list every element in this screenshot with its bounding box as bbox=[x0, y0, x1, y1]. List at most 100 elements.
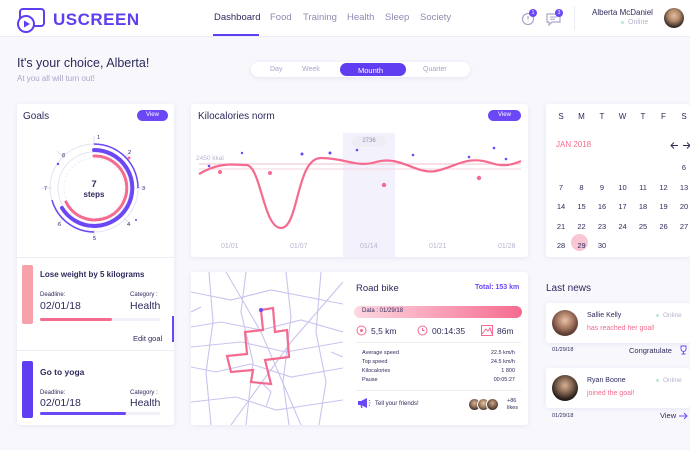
user-status: Online bbox=[628, 19, 649, 26]
calendar-weekday: S bbox=[558, 112, 564, 121]
likes-count: +86 bbox=[507, 398, 517, 404]
congratulate-button[interactable]: Congratulate bbox=[629, 346, 672, 355]
nav-health[interactable]: Health bbox=[347, 12, 374, 23]
calendar-day[interactable]: 16 bbox=[592, 202, 612, 211]
kcal-line-chart bbox=[198, 146, 522, 230]
calendar-day[interactable]: 21 bbox=[551, 222, 571, 231]
ring-tick-7: 7 bbox=[44, 186, 48, 192]
app-logo[interactable]: USCREEN bbox=[15, 7, 140, 33]
nav-training[interactable]: Training bbox=[303, 12, 337, 23]
online-dot-icon bbox=[656, 379, 659, 382]
news-name[interactable]: Ryan Boone bbox=[587, 377, 626, 384]
ring-tick-2: 2 bbox=[128, 150, 132, 156]
goal1-category-label: Category : bbox=[130, 292, 158, 298]
goals-view-button[interactable]: View bbox=[137, 110, 168, 121]
tab-week[interactable]: Week bbox=[302, 66, 320, 73]
calendar-day[interactable]: 30 bbox=[592, 241, 612, 250]
edit-goal-link[interactable]: Edit goal bbox=[133, 334, 162, 343]
arrow-right-icon[interactable] bbox=[682, 142, 690, 149]
news-avatar bbox=[552, 310, 578, 336]
app-name: USCREEN bbox=[53, 10, 140, 29]
goal2-title[interactable]: Go to yoga bbox=[40, 367, 84, 377]
calendar-day[interactable]: 13 bbox=[674, 183, 690, 192]
calendar-day[interactable]: 7 bbox=[551, 183, 571, 192]
greeting-title: It's your choice, Alberta! bbox=[17, 56, 150, 70]
kcal-date-5: 01/28 bbox=[498, 243, 516, 250]
calendar-day[interactable]: 11 bbox=[633, 183, 653, 192]
calendar-day[interactable]: 12 bbox=[654, 183, 674, 192]
calendar-day[interactable]: 24 bbox=[613, 222, 633, 231]
ride-divider-2 bbox=[356, 390, 521, 391]
trophy-icon[interactable] bbox=[679, 345, 688, 355]
calendar-day[interactable]: 15 bbox=[572, 202, 592, 211]
news-date: 01/29/18 bbox=[552, 413, 574, 419]
header-divider bbox=[574, 6, 575, 30]
online-dot-icon bbox=[656, 314, 659, 317]
calendar-day[interactable]: 17 bbox=[613, 202, 633, 211]
nav-dashboard[interactable]: Dashboard bbox=[214, 12, 260, 23]
calendar-day[interactable]: 19 bbox=[654, 202, 674, 211]
calendar-day[interactable]: 18 bbox=[633, 202, 653, 211]
calendar-day[interactable]: 6 bbox=[674, 163, 690, 172]
ride-distance: 5,5 km bbox=[371, 326, 397, 336]
tab-quarter[interactable]: Quarter bbox=[423, 66, 447, 73]
nav-sleep[interactable]: Sleep bbox=[385, 12, 409, 23]
online-dot-icon bbox=[621, 21, 624, 24]
kcal-date-4: 01/21 bbox=[429, 243, 447, 250]
arrow-right-icon[interactable] bbox=[678, 412, 688, 420]
news-title: Last news bbox=[546, 283, 592, 294]
megaphone-icon[interactable] bbox=[357, 397, 371, 409]
news-status: Online bbox=[663, 377, 682, 384]
calendar-day[interactable]: 27 bbox=[674, 222, 690, 231]
calendar-day[interactable]: 22 bbox=[572, 222, 592, 231]
calendar-day[interactable]: 28 bbox=[551, 241, 571, 250]
calendar-day[interactable]: 14 bbox=[551, 202, 571, 211]
calendar-weekday: M bbox=[578, 112, 585, 121]
news-name[interactable]: Sallie Kelly bbox=[587, 312, 621, 319]
calendar-day[interactable]: 9 bbox=[592, 183, 612, 192]
goals-divider bbox=[17, 257, 174, 258]
greeting-subtitle: At you all will turn out! bbox=[17, 74, 95, 83]
calendar-day[interactable]: 10 bbox=[613, 183, 633, 192]
calendar-day[interactable]: 20 bbox=[674, 202, 690, 211]
arrow-left-icon[interactable] bbox=[670, 142, 679, 149]
calendar-day[interactable]: 29 bbox=[572, 241, 592, 250]
ring-tick-4: 4 bbox=[127, 222, 131, 228]
news-avatar bbox=[552, 375, 578, 401]
kcal-view-button[interactable]: View bbox=[488, 110, 521, 121]
ring-tick-8: 8 bbox=[62, 153, 66, 159]
goals-scrollbar[interactable] bbox=[172, 316, 174, 342]
ride-stat-label: Kilocalories bbox=[362, 368, 391, 374]
news-text: has reached her goal! bbox=[587, 325, 655, 332]
calendar-day[interactable]: 23 bbox=[592, 222, 612, 231]
goal1-title[interactable]: Lose weight by 5 kilograms bbox=[40, 270, 144, 279]
goal1-deadline: 02/01/18 bbox=[40, 300, 81, 312]
tab-day[interactable]: Day bbox=[270, 66, 282, 73]
ride-height: 86m bbox=[497, 326, 514, 336]
ride-stat-value: 24.5 km/h bbox=[490, 359, 515, 365]
nav-society[interactable]: Society bbox=[420, 12, 451, 23]
calendar-day[interactable]: 26 bbox=[654, 222, 674, 231]
calendar-card bbox=[546, 104, 690, 257]
share-text[interactable]: Tell your friends! bbox=[375, 401, 419, 407]
news-date: 01/29/18 bbox=[552, 347, 574, 353]
route-map[interactable] bbox=[191, 272, 343, 425]
ride-stat-label: Average speed bbox=[362, 350, 399, 356]
ring-tick-6: 6 bbox=[58, 222, 62, 228]
goal1-category: Health bbox=[130, 300, 161, 312]
news-view-button[interactable]: View bbox=[660, 411, 676, 420]
ride-stat-value: 22.5 km/h bbox=[490, 350, 515, 356]
goal2-category: Health bbox=[130, 397, 161, 409]
kcal-date-2: 01/07 bbox=[290, 243, 308, 250]
ride-stat-label: Top speed bbox=[362, 359, 388, 365]
user-avatar[interactable] bbox=[664, 8, 684, 28]
top-bar: USCREEN Dashboard Food Training Health S… bbox=[0, 0, 690, 37]
nav-food[interactable]: Food bbox=[270, 12, 292, 23]
kcal-title: Kilocalories norm bbox=[198, 111, 275, 122]
news-status: Online bbox=[663, 312, 682, 319]
calendar-day[interactable]: 8 bbox=[572, 183, 592, 192]
ring-tick-1: 1 bbox=[97, 135, 101, 141]
calendar-day[interactable]: 25 bbox=[633, 222, 653, 231]
ring-value: 7 bbox=[91, 179, 97, 190]
likes-label: likes bbox=[507, 405, 519, 411]
